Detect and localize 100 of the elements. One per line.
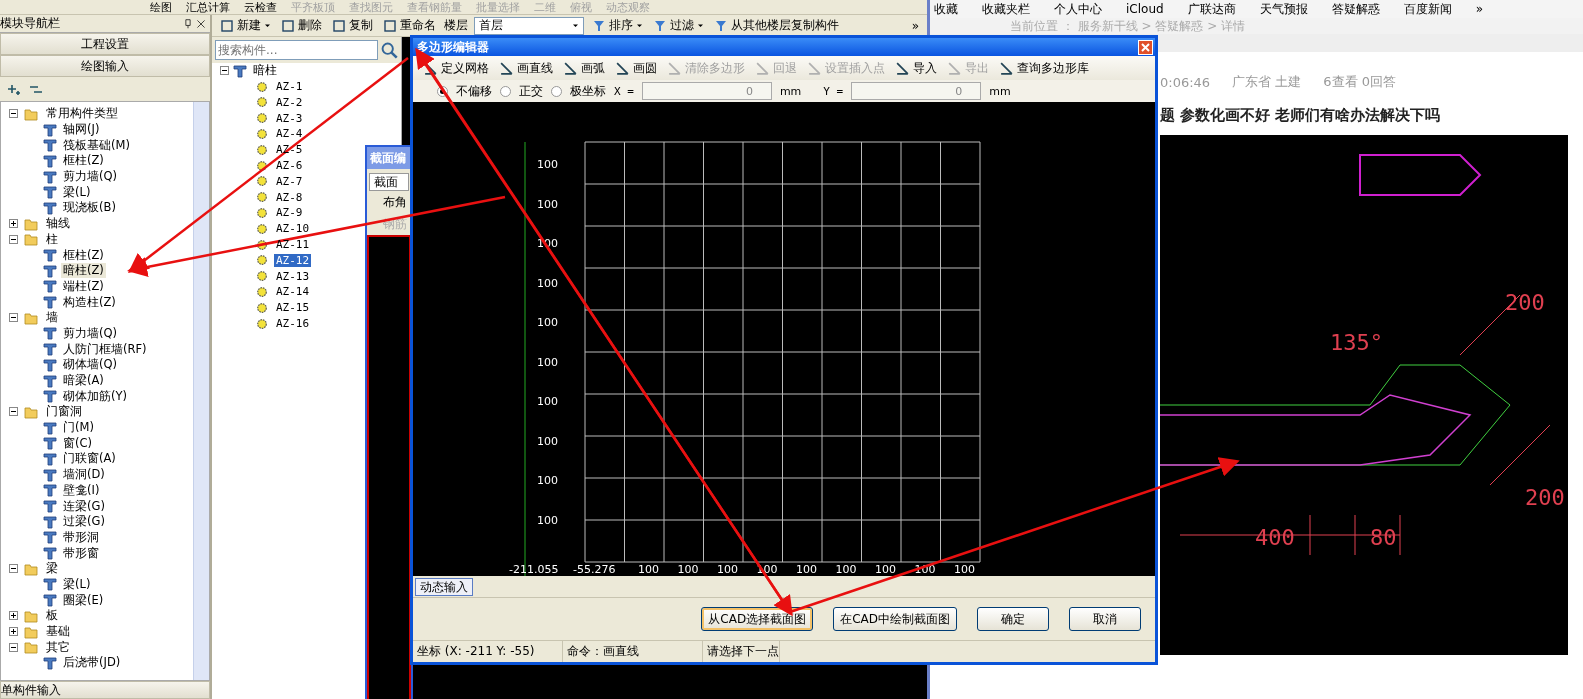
bookmark-link[interactable]: 收藏夹栏: [982, 0, 1030, 18]
tree-item[interactable]: 砌体加筋(Y): [61, 388, 129, 404]
toolbar-button[interactable]: 复制: [330, 17, 375, 34]
tree-item[interactable]: 端柱(Z): [61, 278, 106, 294]
dialog-button[interactable]: 在CAD中绘制截面图: [833, 607, 957, 631]
toolbar-button[interactable]: 定义网格: [421, 59, 491, 77]
list-item[interactable]: AZ-13: [274, 269, 312, 283]
list-item[interactable]: AZ-7: [274, 174, 305, 188]
list-item[interactable]: AZ-15: [274, 301, 312, 315]
list-item[interactable]: AZ-6: [274, 159, 305, 173]
favorites-label[interactable]: 收藏: [934, 0, 958, 18]
tree-item[interactable]: 筏板基础(M): [61, 137, 132, 153]
more-button[interactable]: »: [1475, 2, 1483, 16]
tree-folder[interactable]: 基础: [44, 624, 72, 640]
tree-item[interactable]: 门(M): [61, 420, 96, 436]
list-item[interactable]: AZ-11: [274, 238, 312, 252]
list-item[interactable]: AZ-16: [274, 317, 312, 331]
tree-item[interactable]: 暗梁(A): [61, 373, 106, 389]
toolbar-button[interactable]: 查询多边形库: [997, 59, 1091, 77]
bookmark-link[interactable]: 个人中心: [1054, 0, 1102, 18]
tree-folder[interactable]: 轴线: [44, 216, 72, 232]
expander-icon[interactable]: [220, 66, 229, 76]
toolbar-button[interactable]: 画圆: [613, 59, 659, 77]
tab[interactable]: 截面: [369, 173, 409, 191]
tree-item[interactable]: 带形洞: [61, 529, 101, 545]
dialog-button[interactable]: 确定: [977, 607, 1049, 631]
more-button[interactable]: »: [909, 18, 921, 33]
tree-folder[interactable]: 其它: [44, 639, 72, 655]
tree-item[interactable]: 圈梁(E): [61, 592, 106, 608]
tree-item[interactable]: 框柱(Z): [61, 247, 106, 263]
list-item[interactable]: AZ-1: [274, 80, 305, 94]
toolbar-button[interactable]: 导入: [893, 59, 939, 77]
expander-icon[interactable]: [9, 234, 18, 244]
list-item[interactable]: AZ-9: [274, 206, 305, 220]
tree-folder[interactable]: 墙: [44, 310, 60, 326]
section-button[interactable]: 绘图输入: [0, 55, 210, 77]
toolbar-button[interactable]: 过滤: [651, 17, 706, 34]
expander-icon[interactable]: [9, 642, 18, 652]
toolbar-button[interactable]: 从其他楼层复制构件: [712, 17, 841, 34]
radio-option[interactable]: 不偏移: [437, 82, 492, 100]
tree-folder[interactable]: 门窗洞: [44, 404, 84, 420]
toolbar-item[interactable]: 汇总计算: [186, 0, 230, 14]
search-field[interactable]: 搜索构件...: [215, 40, 378, 60]
tree-item[interactable]: 轴网(J): [61, 122, 102, 138]
tree-item[interactable]: 暗柱(Z): [61, 263, 106, 279]
toolbar-button[interactable]: 画弧: [561, 59, 607, 77]
close-button[interactable]: [1138, 39, 1153, 55]
bookmark-link[interactable]: 广联达商: [1187, 0, 1236, 18]
expander-icon[interactable]: [9, 109, 18, 119]
toolbar-item[interactable]: 绘图: [150, 0, 172, 14]
tree-folder[interactable]: 板: [44, 608, 60, 624]
toolbar-button[interactable]: 删除: [279, 17, 324, 34]
list-item[interactable]: AZ-8: [274, 190, 305, 204]
radio-option[interactable]: 极坐标: [551, 82, 606, 100]
list-item[interactable]: AZ-12: [274, 253, 312, 267]
toolbar-item[interactable]: 云检查: [244, 0, 277, 14]
toolbar-button[interactable]: 布角: [367, 191, 411, 213]
expander-icon[interactable]: [9, 219, 18, 229]
tree-item[interactable]: 砌体墙(Q): [61, 357, 120, 373]
tree-item[interactable]: 构造柱(Z): [61, 294, 118, 310]
expander-icon[interactable]: [9, 313, 18, 323]
tree-item[interactable]: 框柱(Z): [61, 153, 106, 169]
toolbar-button[interactable]: 重命名: [381, 17, 438, 34]
expander-icon[interactable]: [9, 564, 18, 574]
list-item[interactable]: AZ-4: [274, 127, 305, 141]
tree-item[interactable]: 墙洞(D): [61, 467, 107, 483]
section-button[interactable]: 单构件输入: [0, 681, 210, 699]
canvas-area[interactable]: [367, 235, 411, 699]
tree-folder[interactable]: 梁: [44, 561, 60, 577]
bookmark-link[interactable]: 答疑解惑: [1331, 0, 1380, 18]
tree-item[interactable]: 后浇带(JD): [61, 655, 123, 671]
tree-item[interactable]: 现浇板(B): [61, 200, 118, 216]
list-item[interactable]: AZ-3: [274, 111, 305, 125]
bookmark-link[interactable]: 天气预报: [1259, 0, 1308, 18]
tree-item[interactable]: 梁(L): [61, 576, 93, 592]
tree-item[interactable]: 门联窗(A): [61, 451, 118, 467]
tree-folder[interactable]: 柱: [44, 231, 60, 247]
toolbar-button[interactable]: 排序: [590, 17, 645, 34]
tree-item[interactable]: 剪力墙(Q): [61, 325, 120, 341]
tree-folder[interactable]: 暗柱: [251, 63, 279, 79]
dialog-button[interactable]: 取消: [1069, 607, 1141, 631]
bookmark-link[interactable]: iCloud: [1126, 2, 1164, 16]
expander-icon[interactable]: [9, 627, 18, 637]
list-item[interactable]: AZ-2: [274, 95, 305, 109]
tree-item[interactable]: 壁龛(I): [61, 482, 102, 498]
tree-item[interactable]: 人防门框墙(RF): [61, 341, 149, 357]
scrollbar[interactable]: [193, 102, 209, 680]
tree-item[interactable]: 带形窗: [61, 545, 101, 561]
dynamic-input-button[interactable]: 动态输入: [415, 577, 473, 596]
tree-item[interactable]: 窗(C): [61, 435, 94, 451]
bookmark-link[interactable]: 百度新闻: [1403, 0, 1452, 18]
tree-item[interactable]: 梁(L): [61, 184, 93, 200]
floor-dropdown[interactable]: 首层: [474, 16, 584, 35]
radio-option[interactable]: 正交: [500, 82, 543, 100]
tree-item[interactable]: 过梁(G): [61, 514, 107, 530]
expander-icon[interactable]: [9, 407, 18, 417]
expander-icon[interactable]: [9, 611, 18, 621]
section-button[interactable]: 工程设置: [0, 33, 210, 55]
toolbar-button[interactable]: 新建: [218, 17, 273, 34]
toolbar-button[interactable]: 画直线: [497, 59, 555, 77]
